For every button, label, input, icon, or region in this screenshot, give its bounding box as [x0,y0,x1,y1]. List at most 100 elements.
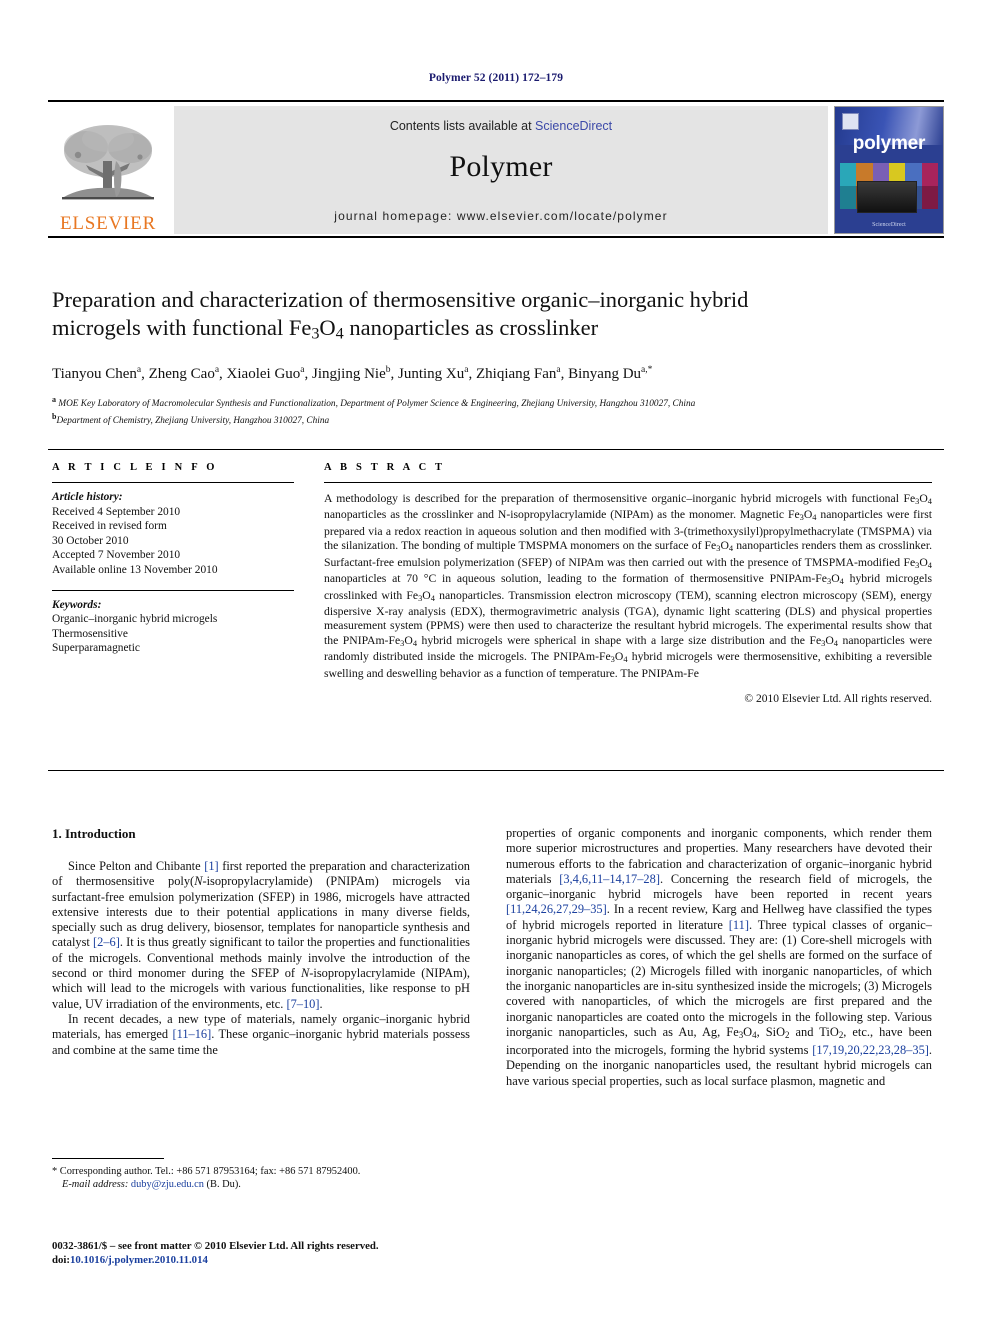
abstract-seg: nanoparticles as the crosslinker and N-i… [324,508,800,522]
author-affil-marker: a [464,365,469,375]
doi-label: doi: [52,1253,70,1266]
citation-link[interactable]: [1] [204,859,218,873]
abstract-seg: O [404,633,413,647]
sciencedirect-link[interactable]: ScienceDirect [535,119,612,133]
citation-link[interactable]: [11,24,26,27,29–35] [506,902,607,916]
doi-link[interactable]: 10.1016/j.polymer.2010.11.014 [70,1254,208,1266]
elsevier-tree-icon [62,125,154,200]
citation-link[interactable]: [11] [729,918,749,932]
elsevier-logo: ELSEVIER [48,106,168,234]
title-line-2-pre: microgels with functional Fe [52,315,312,340]
intro-paragraph-2: In recent decades, a new type of materia… [52,1012,470,1058]
para-seg: O [743,1024,753,1039]
article-info-divider [52,482,294,483]
keyword-item: Superparamagnetic [52,642,140,655]
keywords-block: Keywords: Organic–inorganic hybrid micro… [52,598,294,656]
affiliation-list: a MOE Key Laboratory of Macromolecular S… [52,394,932,427]
title-o: O [319,315,336,340]
title-line-2-post: nanoparticles as crosslinker [343,315,599,340]
abstract-sub: 4 [927,495,932,506]
affiliation-item: bDepartment of Chemistry, Zhejiang Unive… [52,411,932,428]
homepage-url[interactable]: www.elsevier.com/locate/polymer [457,209,668,223]
email-label: E-mail address: [62,1179,129,1191]
history-item: Received 4 September 2010 [52,505,181,518]
abstract-seg: nanoparticles at 70 °C in aqueous soluti… [324,572,827,586]
abstract-bottom-rule [48,770,944,771]
journal-homepage-line: journal homepage: www.elsevier.com/locat… [174,209,828,223]
info-section-top-rule [48,449,944,450]
article-history-label: Article history: [52,491,123,503]
paper-page: Polymer 52 (2011) 172–179 ELSEVIER Conte… [0,0,992,1323]
author-list: Tianyou Chena, Zheng Caoa, Xiaolei Guoa,… [52,365,653,382]
cover-publisher-mark-icon [842,113,859,130]
body-column-right: properties of organic components and ino… [506,826,932,1089]
footnote-text: Corresponding author. Tel.: +86 571 8795… [57,1166,361,1177]
abstract-seg: hybrid microgels were spherical in shape… [417,633,822,647]
affiliation-item: a MOE Key Laboratory of Macromolecular S… [52,394,932,411]
journal-band: Contents lists available at ScienceDirec… [174,106,828,234]
abstract-sub: 4 [927,559,932,570]
email-link[interactable]: duby@zju.edu.cn [131,1179,204,1190]
abstract-seg: O [422,588,431,602]
section-heading-introduction: 1. Introduction [52,826,136,841]
abstract-seg: O [919,555,928,569]
contents-available-line: Contents lists available at ScienceDirec… [174,119,828,133]
citation-link[interactable]: [11–16] [172,1027,211,1041]
author-name[interactable]: Zheng Cao [149,366,215,382]
article-history-block: Article history: Received 4 September 20… [52,490,294,578]
masthead-bottom-rule [48,236,944,238]
keywords-divider [52,589,294,591]
author-name[interactable]: Zhiqiang Fan [476,366,556,382]
corresponding-author-footnote: * Corresponding author. Tel.: +86 571 87… [52,1165,470,1192]
para-seg: Since Pelton and Chibante [68,859,205,873]
para-seg: . Three typical classes of organic–inorg… [506,917,932,1039]
footnote-line-1: * Corresponding author. Tel.: +86 571 87… [52,1165,470,1178]
citation-link[interactable]: [3,4,6,11–14,17–28] [559,872,660,886]
abstract-seg: O [825,633,834,647]
article-info-column: A R T I C L E I N F O Article history: R… [52,462,294,656]
abstract-divider [324,482,932,483]
history-item: 30 October 2010 [52,534,129,547]
abstract-seg: O [831,572,840,586]
history-item: Received in revised form [52,520,167,533]
abstract-text: A methodology is described for the prepa… [324,492,932,681]
cover-journal-title: polymer [852,133,926,154]
running-head: Polymer 52 (2011) 172–179 [428,72,564,84]
citation-link[interactable]: [2–6] [93,935,120,949]
para-seg: and TiO [789,1024,839,1039]
footnote-rule [52,1158,164,1159]
author-affil-marker: a [556,365,561,375]
para-seg: , SiO [756,1024,786,1039]
author-affil-marker: a,* [641,365,653,375]
author-name[interactable]: Tianyou Chen [52,366,137,382]
affiliation-text: MOE Key Laboratory of Macromolecular Syn… [58,399,696,410]
affiliation-marker: a [52,395,56,404]
author-name[interactable]: Xiaolei Guo [227,366,301,382]
intro-paragraph-3: properties of organic components and ino… [506,826,932,1089]
abstract-seg: A methodology is described for the prepa… [324,492,916,505]
author-name[interactable]: Junting Xu [398,366,464,382]
page-footer: 0032-3861/$ – see front matter © 2010 El… [52,1240,652,1267]
author-name[interactable]: Jingjing Nie [312,366,386,382]
abstract-column: A B S T R A C T A methodology is describ… [324,462,932,705]
citation-link[interactable]: [17,19,20,22,23,28–35] [812,1043,929,1057]
citation-link[interactable]: [7–10] [286,997,319,1011]
journal-title: Polymer [449,150,553,183]
doi-line: doi:10.1016/j.polymer.2010.11.014 [52,1254,652,1268]
author-name[interactable]: Binyang Du [568,366,641,382]
cover-micrograph-inset [857,181,917,213]
abstract-heading: A B S T R A C T [324,462,446,473]
body-column-left: 1. Introduction Since Pelton and Chibant… [52,826,470,1058]
contents-prefix: Contents lists available at [389,119,536,133]
cover-footer-text: ScienceDirect [872,222,906,228]
history-item: Available online 13 November 2010 [52,563,218,576]
page-title: Preparation and characterization of ther… [52,286,932,348]
abstract-seg: O [919,492,928,505]
journal-cover-thumbnail: polymer ScienceDirect [834,106,944,234]
history-item: Accepted 7 November 2010 [52,549,181,562]
homepage-prefix: journal homepage: [334,209,457,223]
article-info-heading: A R T I C L E I N F O [52,462,218,473]
footnote-line-2: E-mail address: duby@zju.edu.cn (B. Du). [52,1178,470,1191]
author-affil-marker: a [214,365,220,375]
keywords-label: Keywords: [52,598,102,611]
